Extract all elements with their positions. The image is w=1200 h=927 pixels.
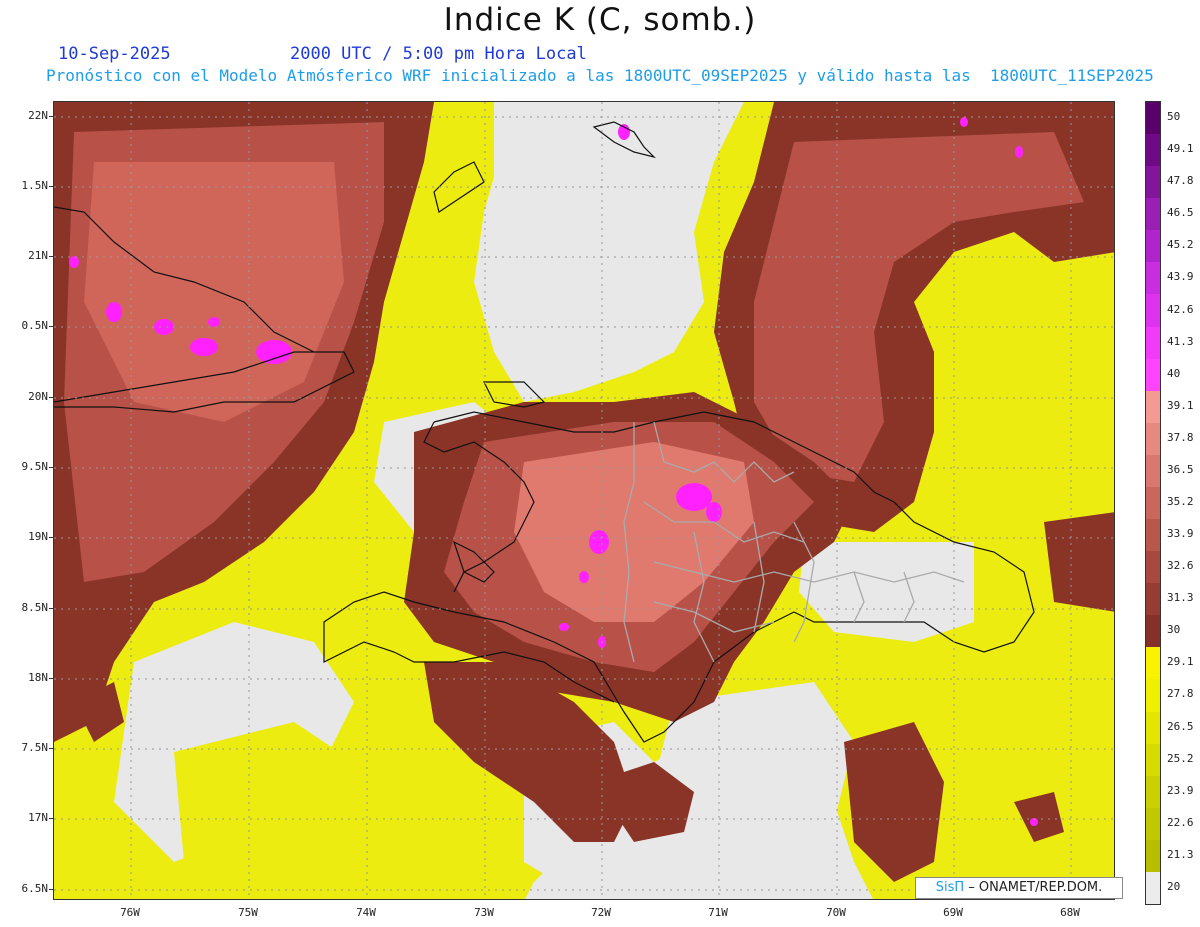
- color-scale-label: 43.9: [1167, 270, 1194, 284]
- color-scale-swatch: [1146, 198, 1160, 231]
- lon-label: 72W: [591, 906, 611, 919]
- lat-label: 8.5N: [2, 601, 54, 614]
- lat-label: 0.5N: [2, 319, 54, 332]
- lon-label: 69W: [943, 906, 963, 919]
- lat-label: 17N: [2, 811, 54, 824]
- color-scale-swatch: [1146, 262, 1160, 295]
- color-scale-swatch: [1146, 615, 1160, 648]
- color-scale-swatch: [1146, 839, 1160, 873]
- k-index-map: [54, 102, 1114, 899]
- credit-box: SisΠ – ONAMET/REP.DOM.: [915, 877, 1123, 899]
- color-scale-swatch: [1146, 294, 1160, 328]
- color-scale-label: 47.8: [1167, 174, 1194, 188]
- lat-label: 20N: [2, 390, 54, 403]
- color-scale-label: 37.8: [1167, 430, 1194, 444]
- lat-label: 6.5N: [2, 882, 54, 895]
- lon-label: 74W: [356, 906, 376, 919]
- color-scale-swatch: [1146, 871, 1160, 905]
- color-scale-swatch: [1146, 551, 1160, 584]
- color-scale-label: 20: [1167, 879, 1181, 893]
- color-scale-label: 27.8: [1167, 687, 1194, 701]
- color-scale-swatch: [1146, 230, 1160, 263]
- color-scale-label: 35.2: [1167, 495, 1194, 508]
- color-scale-label: 21.3: [1167, 847, 1194, 861]
- color-scale-bar: [1145, 101, 1161, 905]
- color-scale-label: 23.9: [1167, 783, 1194, 797]
- color-scale-swatch: [1146, 711, 1160, 745]
- lat-label: 21N: [2, 249, 54, 262]
- lat-label: 7.5N: [2, 741, 54, 754]
- color-scale-label: 50: [1167, 110, 1181, 124]
- color-scale-swatch: [1146, 102, 1160, 135]
- lat-label: 9.5N: [2, 460, 54, 473]
- lat-label: 18N: [2, 671, 54, 684]
- chart-title: Indice K (C, somb.): [443, 2, 757, 38]
- color-scale-swatch: [1146, 775, 1160, 809]
- color-scale-label: 45.2: [1167, 238, 1194, 252]
- color-scale-label: 32.6: [1167, 559, 1194, 573]
- color-scale-label: 22.6: [1167, 815, 1194, 829]
- lon-label: 75W: [238, 906, 258, 919]
- color-scale-label: 49.1: [1167, 142, 1194, 156]
- forecast-subtitle: Pronóstico con el Modelo Atmósferico WRF…: [46, 66, 1154, 85]
- lon-label: 76W: [120, 906, 140, 919]
- color-scale-swatch: [1146, 134, 1160, 167]
- color-scale-swatch: [1146, 422, 1160, 456]
- color-scale-label: 33.9: [1167, 527, 1194, 541]
- forecast-date: 10-Sep-2025: [58, 44, 171, 64]
- color-scale-swatch: [1146, 486, 1160, 520]
- color-scale-label: 30: [1167, 623, 1181, 637]
- color-scale-swatch: [1146, 647, 1160, 680]
- color-scale-label: 36.5: [1167, 462, 1194, 476]
- lat-label: 19N: [2, 530, 54, 543]
- map-panel: [53, 101, 1115, 900]
- color-scale-label: 39.1: [1167, 398, 1194, 412]
- color-scale-label: 41.3: [1167, 334, 1194, 348]
- lat-label: 22N: [2, 109, 54, 122]
- color-scale-swatch: [1146, 166, 1160, 199]
- sispi-logo-text: SisΠ: [935, 880, 965, 895]
- color-scale-swatch: [1146, 679, 1160, 713]
- color-scale-swatch: [1146, 519, 1160, 552]
- color-scale-swatch: [1146, 743, 1160, 777]
- color-scale-swatch: [1146, 390, 1160, 424]
- color-scale-swatch: [1146, 583, 1160, 616]
- color-scale-label: 46.5: [1167, 206, 1194, 220]
- color-scale-label: 31.3: [1167, 591, 1194, 605]
- color-scale-swatch: [1146, 454, 1160, 488]
- color-scale-label: 42.6: [1167, 302, 1194, 316]
- color-scale-label: 25.2: [1167, 751, 1194, 765]
- lat-label: 1.5N: [2, 179, 54, 192]
- color-scale-label: 26.5: [1167, 719, 1194, 733]
- color-scale-swatch: [1146, 807, 1160, 841]
- color-scale-label: 29.1: [1167, 655, 1194, 669]
- lon-label: 68W: [1060, 906, 1080, 919]
- color-scale-swatch: [1146, 358, 1160, 392]
- lon-label: 73W: [474, 906, 494, 919]
- lon-label: 70W: [826, 906, 846, 919]
- credit-org: – ONAMET/REP.DOM.: [968, 880, 1103, 895]
- color-scale-swatch: [1146, 326, 1160, 360]
- forecast-time: 2000 UTC / 5:00 pm Hora Local: [290, 44, 587, 64]
- color-scale-label: 40: [1167, 366, 1181, 380]
- lon-label: 71W: [708, 906, 728, 919]
